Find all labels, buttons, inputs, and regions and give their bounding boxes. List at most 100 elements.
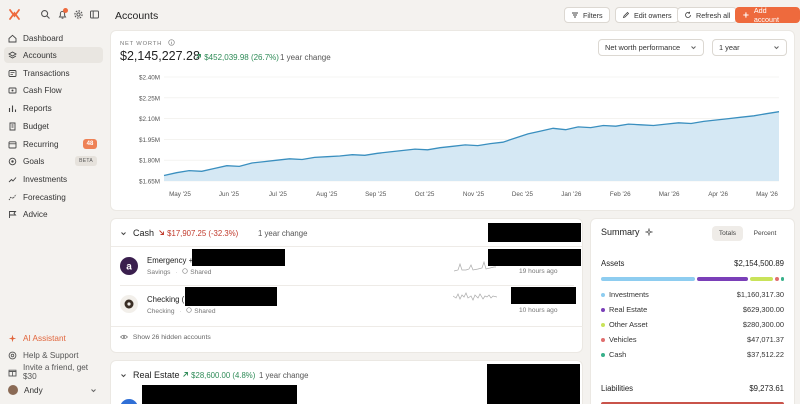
arrow-up-right-icon <box>183 372 188 377</box>
goals-icon <box>8 157 17 166</box>
chevron-down-icon[interactable] <box>120 230 127 237</box>
show-hidden-accounts-link[interactable]: Show 26 hidden accounts <box>120 334 211 341</box>
y-tick-label: $1.80M <box>139 158 160 165</box>
svg-text:a: a <box>126 262 132 273</box>
account-name: Checking ( <box>147 295 185 304</box>
ai-assistant-link[interactable]: AI Assistant <box>4 330 103 346</box>
sidebar-item-label: Accounts <box>23 50 57 60</box>
assets-breakdown-bar <box>601 277 784 281</box>
sidebar-item-recurring[interactable]: Recurring 48 <box>4 136 103 152</box>
net-worth-label: NET WORTH <box>120 39 175 47</box>
account-name: Emergency + <box>147 256 194 265</box>
sparkle-icon <box>8 334 17 343</box>
x-tick-label: May '26 <box>756 191 778 198</box>
asset-row-cash[interactable]: Cash $37,512.22 <box>601 350 784 362</box>
redacted-block <box>142 385 297 404</box>
search-icon[interactable] <box>40 9 51 20</box>
asset-bar-segment <box>780 277 784 281</box>
account-row[interactable]: a Emergency + Savings · Shared 19 hours … <box>111 247 583 281</box>
help-icon <box>8 351 17 360</box>
refresh-all-button[interactable]: Refresh all <box>677 7 738 23</box>
filter-icon <box>572 12 578 18</box>
chevron-down-icon[interactable] <box>120 372 127 379</box>
chart-type-select[interactable]: Net worth performance <box>598 39 704 56</box>
x-tick-label: Oct '25 <box>415 191 435 198</box>
y-tick-label: $2.10M <box>139 116 160 123</box>
sidebar-item-label: Investments <box>23 174 68 184</box>
sidebar-item-label: Transactions <box>23 68 70 78</box>
invite-friend-link[interactable]: Invite a friend, get $30 <box>4 363 103 381</box>
shared-icon <box>186 307 193 313</box>
x-tick-label: Aug '25 <box>316 191 338 198</box>
sidebar-item-label: Recurring <box>23 139 59 149</box>
account-sparkline <box>453 292 497 301</box>
user-menu[interactable]: Andy <box>4 382 103 398</box>
x-tick-label: Jul '25 <box>269 191 288 198</box>
sidebar-item-forecasting[interactable]: Forecasting <box>4 189 103 205</box>
y-tick-label: $1.95M <box>139 137 160 144</box>
y-tick-label: $2.25M <box>139 95 160 102</box>
real-estate-change: $28,600.00 (4.8%) <box>182 371 255 380</box>
app-logo-icon <box>9 9 20 20</box>
forecasting-icon <box>8 193 17 202</box>
sidebar: Dashboard Accounts Transactions Cash Flo… <box>0 0 106 404</box>
y-tick-label: $2.40M <box>139 75 160 82</box>
real-estate-section-title: Real Estate <box>133 370 180 380</box>
sidebar-toolbar <box>0 0 106 30</box>
panel-toggle-icon[interactable] <box>89 9 100 20</box>
assets-total-row: Assets $2,154,500.89 <box>601 259 784 268</box>
help-support-link[interactable]: Help & Support <box>4 347 103 363</box>
investments-icon <box>8 175 17 184</box>
cash-flow-icon <box>8 86 17 95</box>
x-tick-label: Apr '26 <box>708 191 728 198</box>
y-tick-label: $1.65M <box>139 179 160 186</box>
asset-row-vehicles[interactable]: Vehicles $47,071.37 <box>601 335 784 347</box>
edit-owners-button[interactable]: Edit owners <box>615 7 679 23</box>
pencil-icon <box>622 11 630 19</box>
sidebar-item-label: Budget <box>23 121 49 131</box>
dashboard-icon <box>8 34 17 43</box>
sidebar-item-cash-flow[interactable]: Cash Flow <box>4 82 103 98</box>
summary-tab-totals[interactable]: Totals <box>712 226 743 241</box>
real-estate-card: Real Estate $28,600.00 (4.8%) 1 year cha… <box>110 360 583 404</box>
beta-badge: BETA <box>75 156 97 166</box>
net-worth-value: $2,145,227.28 <box>120 49 200 63</box>
sidebar-item-advice[interactable]: Advice <box>4 206 103 222</box>
sidebar-item-dashboard[interactable]: Dashboard <box>4 30 103 46</box>
arrow-down-right-icon <box>159 230 164 235</box>
period-select[interactable]: 1 year <box>712 39 787 56</box>
accounts-icon <box>8 50 17 60</box>
recurring-count-badge: 48 <box>83 139 97 149</box>
chevron-down-icon <box>774 46 779 50</box>
transactions-icon <box>8 69 17 78</box>
refresh-icon <box>685 11 691 18</box>
asset-row-real-estate[interactable]: Real Estate $629,300.00 <box>601 305 784 317</box>
info-icon[interactable] <box>167 39 175 46</box>
account-institution-icon <box>120 399 138 404</box>
redacted-block <box>192 249 285 266</box>
summary-tab-percent[interactable]: Percent <box>748 226 782 241</box>
account-row[interactable]: Checking ( Checking · Shared 10 hours ag… <box>111 286 583 320</box>
sparkle-icon[interactable] <box>644 227 654 237</box>
account-updated: 10 hours ago <box>519 307 558 314</box>
sidebar-item-goals[interactable]: Goals BETA <box>4 153 103 169</box>
sidebar-item-reports[interactable]: Reports <box>4 100 103 116</box>
net-worth-chart[interactable]: $2.40M $2.25M $2.10M $1.95M $1.80M $1.65M May … <box>111 69 795 209</box>
sidebar-item-investments[interactable]: Investments <box>4 171 103 187</box>
account-updated: 19 hours ago <box>519 268 558 275</box>
asset-bar-segment <box>601 277 696 281</box>
sidebar-item-accounts[interactable]: Accounts <box>4 47 103 63</box>
account-meta: Savings · Shared <box>147 268 212 276</box>
sidebar-item-budget[interactable]: Budget <box>4 118 103 134</box>
sidebar-item-transactions[interactable]: Transactions <box>4 65 103 81</box>
asset-row-other-asset[interactable]: Other Asset $280,300.00 <box>601 320 784 332</box>
advice-icon <box>8 210 17 219</box>
sidebar-item-label: Advice <box>23 209 48 219</box>
gear-icon[interactable] <box>73 9 84 20</box>
asset-row-investments[interactable]: Investments $1,160,317.30 <box>601 290 784 302</box>
avatar <box>8 385 18 395</box>
filters-button[interactable]: Filters <box>564 7 610 23</box>
x-tick-label: Jan '26 <box>561 191 582 198</box>
redacted-block <box>487 364 580 404</box>
add-account-button[interactable]: Add account <box>735 6 800 24</box>
